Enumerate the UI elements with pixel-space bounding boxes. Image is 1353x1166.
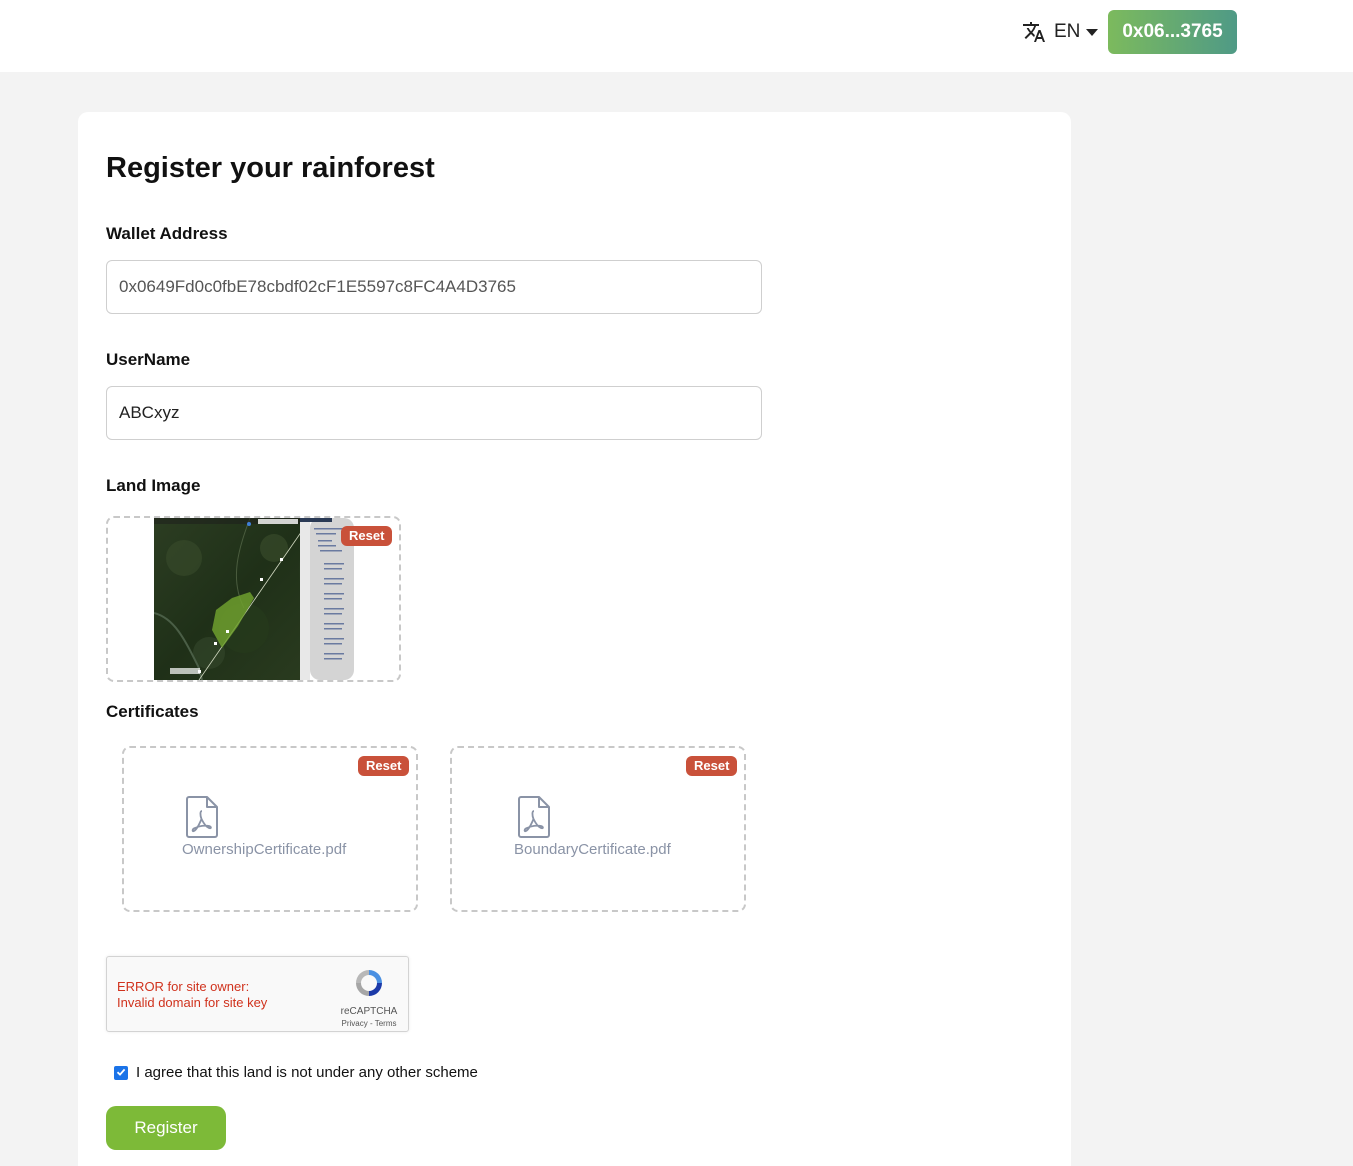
wallet-address-input[interactable] [106,260,762,314]
recaptcha-logo: reCAPTCHA Privacy - Terms [340,967,398,1028]
certificate-dropzone[interactable]: Reset OwnershipCertificate.pdf [122,746,418,912]
certificate-dropzone[interactable]: Reset BoundaryCertificate.pdf [450,746,746,912]
land-image-reset-button[interactable]: Reset [341,526,393,546]
land-image-preview [154,518,354,680]
caret-down-icon [1086,28,1099,36]
check-icon [116,1064,126,1082]
wallet-address-label: Wallet Address [106,224,228,243]
recaptcha-widget[interactable]: ERROR for site owner: Invalid domain for… [106,956,409,1032]
certificate-reset-button[interactable]: Reset [358,756,410,776]
recaptcha-icon [353,970,385,1003]
certificates-label: Certificates [106,702,199,721]
register-button[interactable]: Register [106,1106,226,1150]
land-image-dropzone[interactable]: Reset [106,516,401,682]
recaptcha-brand: reCAPTCHA [340,1006,398,1017]
recaptcha-error-line: Invalid domain for site key [117,995,268,1010]
language-label: EN [1054,21,1081,42]
recaptcha-error-line: ERROR for site owner: [117,979,250,994]
translate-icon [1022,20,1046,44]
wallet-button[interactable]: 0x06...3765 [1108,10,1237,54]
pdf-file-icon [186,796,218,843]
page-title: Register your rainforest [106,152,435,184]
certificate-reset-button[interactable]: Reset [686,756,738,776]
agree-row: I agree that this land is not under any … [114,1064,478,1081]
certificate-file-name: BoundaryCertificate.pdf [514,841,671,858]
pdf-file-icon [518,796,550,843]
language-selector[interactable]: EN [1022,18,1099,46]
username-label: UserName [106,350,191,369]
agree-label: I agree that this land is not under any … [136,1064,478,1081]
agree-checkbox[interactable] [114,1064,128,1082]
top-bar: EN 0x06...3765 [0,0,1353,72]
register-card: Register your rainforest Wallet Address … [78,112,1071,1166]
recaptcha-error: ERROR for site owner: Invalid domain for… [117,979,267,1011]
certificate-file-name: OwnershipCertificate.pdf [182,841,347,858]
recaptcha-links[interactable]: Privacy - Terms [340,1019,398,1028]
land-image-label: Land Image [106,476,201,495]
username-input[interactable] [106,386,762,440]
